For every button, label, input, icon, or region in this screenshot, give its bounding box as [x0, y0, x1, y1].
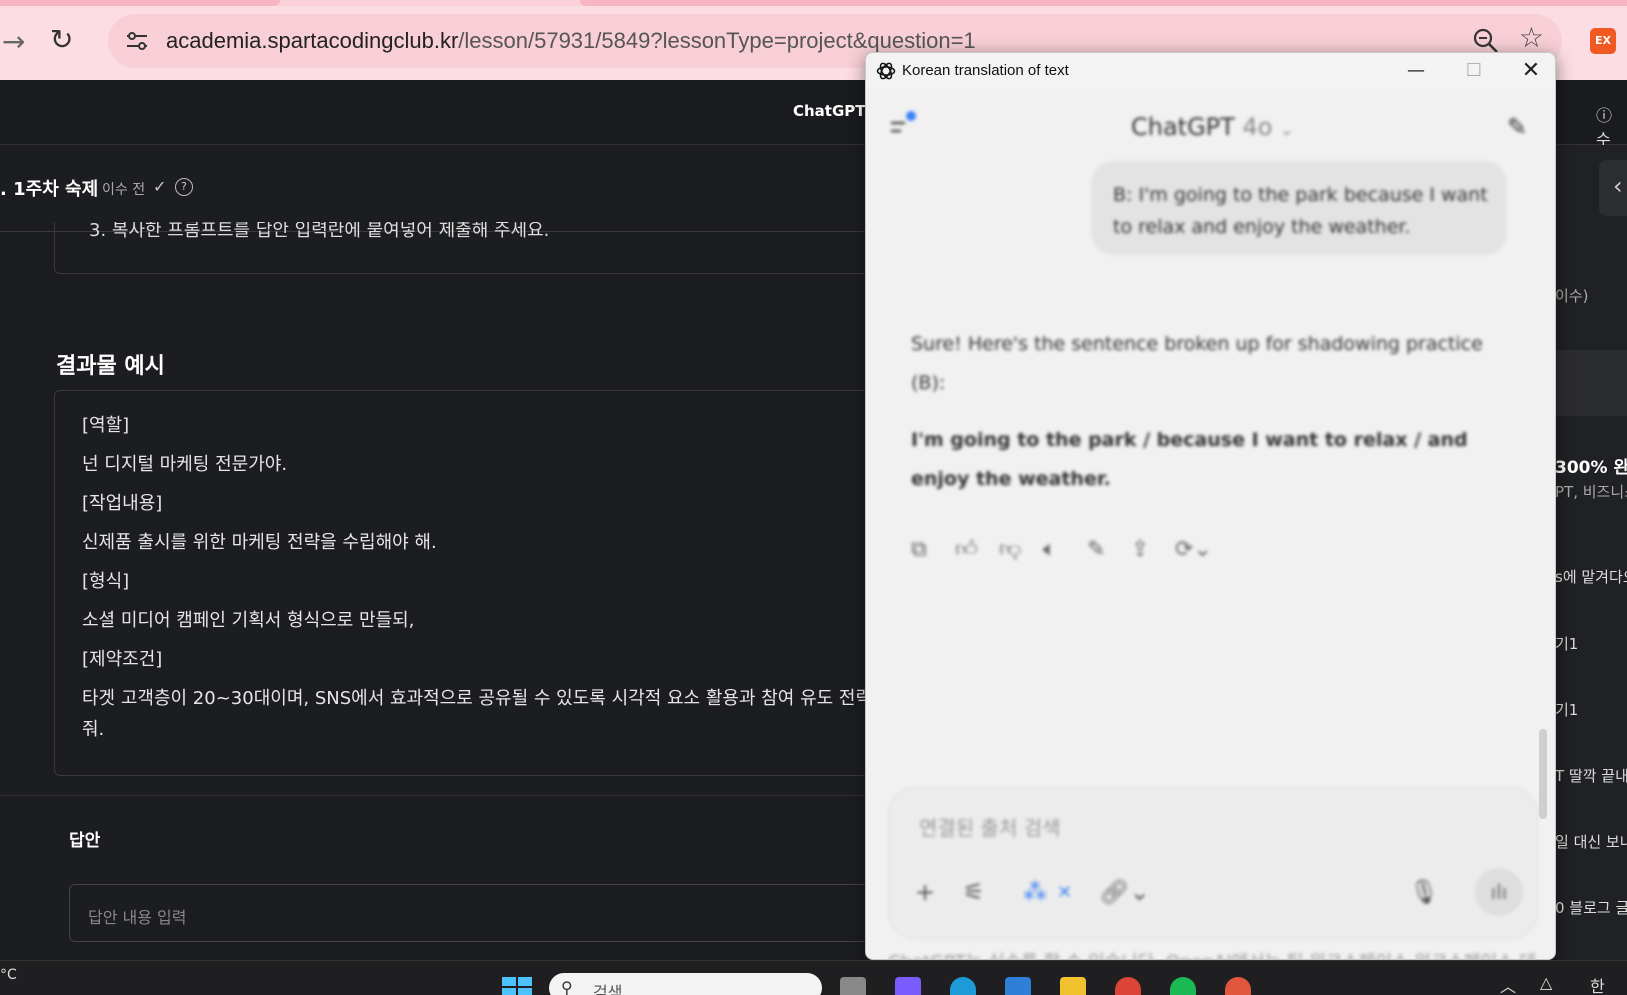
result-example-box: [역할] 넌 디지털 마케팅 전문가야. [작업내용] 신제품 출시를 위한 마… [54, 390, 889, 776]
close-icon[interactable]: ✕ [1508, 55, 1554, 87]
sidebar-item[interactable]: T 딸깍 끝내 [1555, 765, 1627, 786]
chatgpt-window: Korean translation of text — ☐ ✕ ChatGPT… [865, 52, 1556, 960]
user-message-text: B: I'm going to the park because I want … [1113, 184, 1488, 238]
sidebar-item[interactable]: 기1 [1555, 699, 1578, 720]
window-title: Korean translation of text [902, 62, 1069, 79]
new-chat-icon[interactable]: ✎ [1507, 113, 1527, 141]
reload-icon[interactable]: ↻ [50, 26, 73, 54]
search-placeholder: 검색 [593, 983, 623, 995]
thumbs-down-icon[interactable]: 👎︎ [999, 539, 1021, 561]
example-line: 신제품 출시를 위한 마케팅 전략을 수립해야 해. [82, 532, 437, 553]
url-text[interactable]: academia.spartacodingclub.kr/lesson/5793… [166, 28, 976, 54]
check-icon: ✓ [153, 177, 167, 196]
copilot-icon[interactable] [895, 977, 921, 995]
example-line: [역할] [82, 415, 130, 436]
forward-icon[interactable]: → [2, 28, 25, 56]
chevron-left-icon: ‹ [1613, 172, 1623, 200]
tools-icon[interactable]: ⚟ [963, 880, 985, 904]
answer-placeholder: 답안 내용 입력 [88, 908, 187, 927]
example-line: 타겟 고객층이 20~30대이며, SNS에서 효과적으로 공유될 수 있도록 … [82, 688, 889, 709]
weather-widget[interactable]: °C [0, 967, 17, 983]
extension-icon[interactable]: EX [1590, 28, 1616, 54]
network-icon[interactable]: △ [1540, 973, 1552, 992]
minimize-icon[interactable]: — [1393, 55, 1439, 87]
ime-indicator[interactable]: 한 [1590, 973, 1605, 995]
taskbar-search[interactable]: ⚲ 검색 [549, 973, 822, 995]
completion-status: 이수 전 [102, 182, 146, 198]
model-version: 4o [1242, 113, 1273, 141]
chat-body: ChatGPT 4o ⌄ ✎ B: I'm going to the park … [866, 89, 1555, 959]
instruction-box: 3. 복사한 프롬프트를 답안 입력란에 붙여넣어 제출해 주세요. [54, 222, 874, 274]
answer-label: 답안 [69, 831, 101, 851]
task-view-icon[interactable] [840, 977, 866, 995]
example-line: 소셜 미디어 캠페인 기획서 형식으로 만들되, [82, 610, 415, 631]
assistant-intro: Sure! Here's the sentence broken up for … [911, 333, 1483, 394]
instruction-step: 3. 복사한 프롬프트를 답안 입력란에 붙여넣어 제출해 주세요. [89, 222, 550, 241]
curriculum-sidebar: ‹ 이수) 300% 완 PT, 비즈니스 s에 맡겨다오 기1 기1 T 딸깍… [1555, 145, 1627, 960]
file-explorer-icon[interactable] [1060, 977, 1086, 995]
maximize-icon[interactable]: ☐ [1451, 55, 1497, 87]
chrome-icon[interactable] [1115, 977, 1141, 995]
model-name: ChatGPT [1131, 113, 1235, 141]
taskbar: °C ⚲ 검색 ︿ △ 한 [0, 960, 1627, 995]
sidebar-active-item[interactable] [1555, 350, 1627, 416]
microphone-icon[interactable]: 🎙︎ [1409, 880, 1439, 904]
disclaimer: ChatGPT는 실수를 할 수 있습니다. OpenAI에서는 팀 워크스페이… [880, 951, 1544, 959]
example-line: 줘. [82, 719, 105, 740]
notification-dot [906, 111, 916, 121]
tray-chevron-up-icon[interactable]: ︿ [1500, 973, 1516, 995]
divider [0, 795, 874, 796]
remove-apps-icon[interactable]: ✕ [1057, 884, 1072, 902]
sidebar-item[interactable]: PT, 비즈니스 [1555, 481, 1627, 502]
model-selector[interactable]: ChatGPT 4o ⌄ [1131, 113, 1293, 141]
answer-input[interactable]: 답안 내용 입력 [69, 884, 879, 942]
user-message: B: I'm going to the park because I want … [1091, 161, 1507, 255]
window-titlebar[interactable]: Korean translation of text — ☐ ✕ [866, 53, 1555, 89]
sidebar-collapse-button[interactable]: ‹ [1599, 160, 1627, 216]
windows-start-icon[interactable] [502, 977, 532, 995]
copy-icon[interactable]: ⧉ [911, 539, 927, 561]
example-line: [형식] [82, 571, 130, 592]
lesson-title: . 1주차 숙제 [0, 179, 99, 200]
regenerate-icon[interactable]: ⟳⌄ [1175, 539, 1212, 561]
search-icon: ⚲ [561, 978, 573, 995]
share-icon[interactable]: ⇪ [1131, 539, 1149, 561]
spotify-icon[interactable] [1170, 977, 1196, 995]
link-icon[interactable]: 🔗︎⌄ [1099, 880, 1150, 904]
connected-apps-icon[interactable]: ⁂ [1023, 880, 1047, 904]
thumbs-up-icon[interactable]: 👍︎ [955, 539, 978, 561]
assistant-chunked-sentence: I'm going to the park / because I want t… [911, 429, 1468, 490]
example-line: 넌 디지털 마케팅 전문가야. [82, 454, 288, 475]
sidebar-item[interactable]: 300% 완 [1555, 453, 1627, 478]
chevron-down-icon: ⌄ [1280, 120, 1294, 139]
url-path: /lesson/57931/5849?lessonType=project&qu… [458, 28, 976, 53]
help-icon[interactable]: ? [175, 178, 193, 196]
edit-icon[interactable]: ✎ [1087, 539, 1105, 561]
sidebar-item[interactable]: 기1 [1555, 633, 1578, 654]
sidebar-item[interactable]: 0 블로그 글쓰 [1555, 897, 1627, 918]
zoom-icon[interactable] [1472, 27, 1500, 55]
sidebar-item[interactable]: 일 대신 보내 [1555, 831, 1627, 852]
chrome-profile-icon[interactable] [1225, 977, 1251, 995]
example-line: [작업내용] [82, 493, 163, 514]
bookmark-star-icon[interactable]: ☆ [1519, 24, 1544, 52]
sidebar-item[interactable]: s에 맡겨다오 [1555, 566, 1627, 587]
voice-mode-icon[interactable]: ılı [1475, 868, 1523, 916]
message-composer[interactable]: 연결된 출처 검색 + ⚟ ⁂ ✕ 🔗︎⌄ 🎙︎ ılı [888, 787, 1538, 939]
read-aloud-icon[interactable]: 🔈︎ [1043, 539, 1056, 561]
url-host: academia.spartacodingclub.kr [166, 28, 459, 53]
sidebar-item[interactable]: 이수) [1555, 285, 1588, 306]
plus-icon[interactable]: + [915, 880, 935, 904]
example-line: [제약조건] [82, 649, 163, 670]
composer-placeholder: 연결된 출처 검색 [919, 816, 1061, 840]
info-icon[interactable]: ⓘ 수 [1596, 102, 1627, 150]
section-heading: 결과물 예시 [56, 354, 165, 379]
site-settings-icon[interactable] [124, 28, 150, 54]
chatgpt-logo-icon [876, 62, 896, 80]
scrollbar[interactable] [1539, 729, 1547, 819]
store-icon[interactable] [1005, 977, 1031, 995]
edge-icon[interactable] [950, 977, 976, 995]
